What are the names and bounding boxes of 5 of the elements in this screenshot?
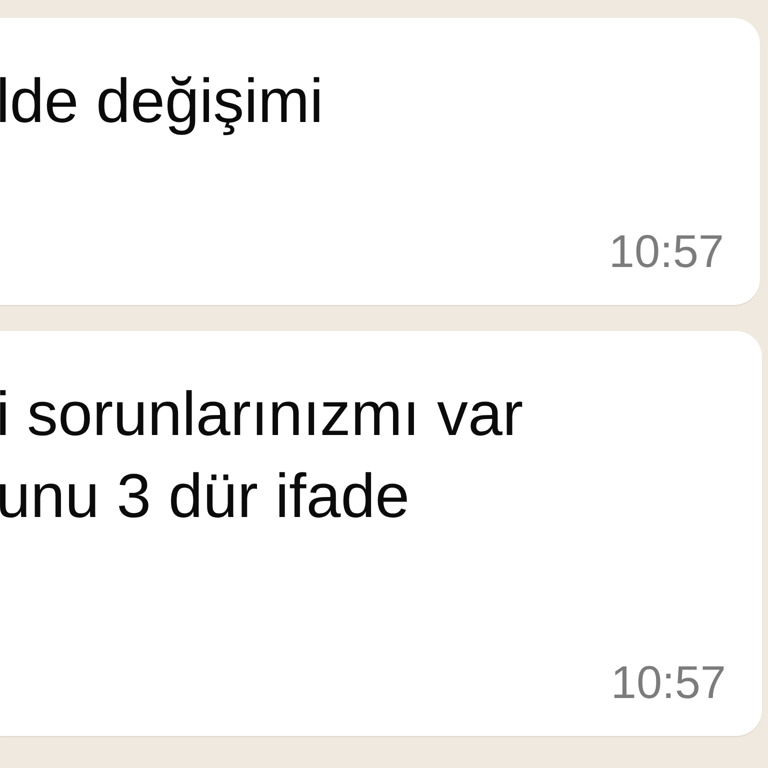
- message-time: 10:57: [610, 656, 726, 708]
- message-text: lde değişimi: [0, 66, 324, 138]
- message-text: i sorunlarınızmı var: [0, 379, 524, 451]
- message-time: 10:57: [608, 225, 724, 277]
- message-text: unu 3 dür ifade: [0, 461, 411, 533]
